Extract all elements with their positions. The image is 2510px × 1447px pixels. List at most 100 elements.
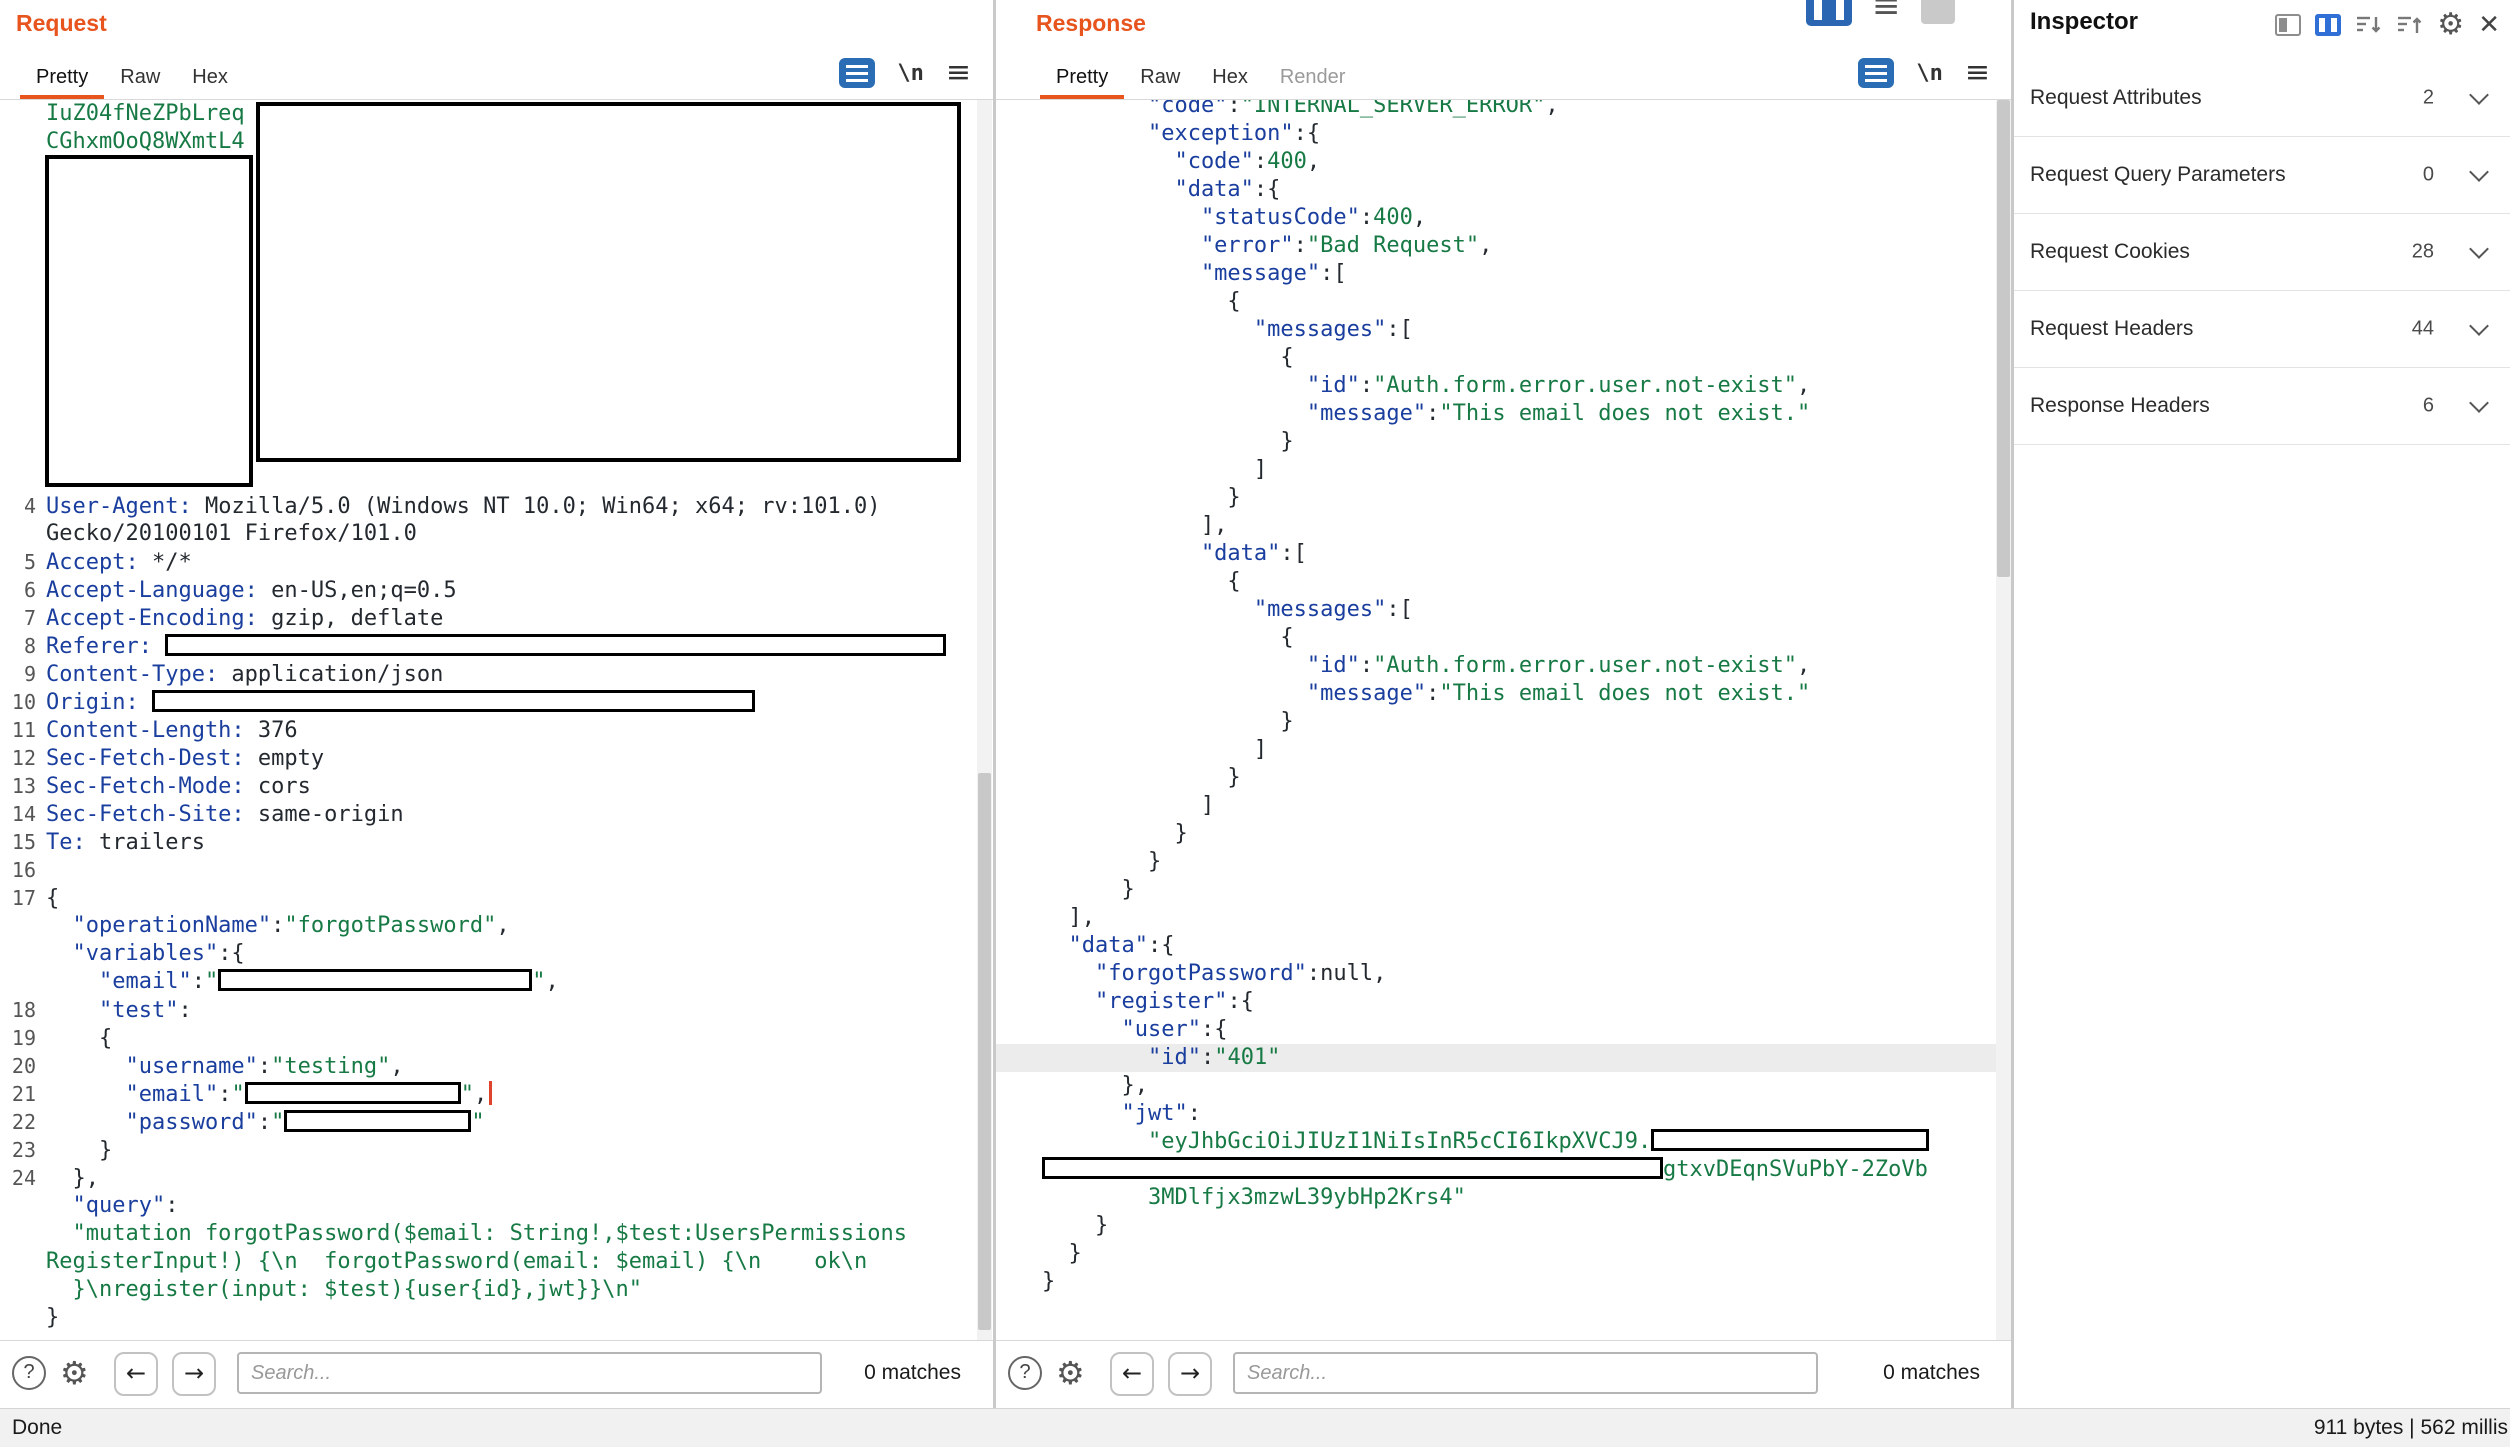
line-number: 13	[0, 772, 36, 800]
code-line: 21 "email":"",	[0, 1080, 993, 1108]
tab-render[interactable]: Render	[1264, 62, 1362, 99]
scrollbar-thumb[interactable]	[1997, 100, 2010, 577]
code-line: "exception":{	[996, 120, 2012, 148]
next-match-button[interactable]: →	[172, 1352, 216, 1396]
code-line: {	[996, 344, 2012, 372]
line-number: 17	[0, 884, 36, 912]
search-settings-gear-icon[interactable]: ⚙	[60, 1354, 89, 1392]
redaction-box	[1042, 1157, 1663, 1179]
code-line: ]	[996, 792, 2012, 820]
code-line: "user":{	[996, 1016, 2012, 1044]
code-line: "forgotPassword":null,	[996, 960, 2012, 988]
editor-menu-icon[interactable]: ≡	[946, 58, 971, 88]
search-settings-gear-icon[interactable]: ⚙	[1056, 1354, 1085, 1392]
code-line: {	[996, 624, 2012, 652]
response-view-icons: \n ≡	[1858, 58, 1990, 88]
word-wrap-icon[interactable]	[839, 58, 875, 88]
code-line: 19 {	[0, 1024, 993, 1052]
code-line: "messages":[	[996, 316, 2012, 344]
expand-all-icon[interactable]	[2396, 13, 2423, 37]
single-column-layout-icon[interactable]	[2275, 14, 2301, 36]
scrollbar-thumb[interactable]	[978, 773, 991, 1330]
section-count: 44	[2412, 318, 2434, 341]
section-count: 6	[2423, 395, 2434, 418]
tab-raw[interactable]: Raw	[1124, 62, 1196, 99]
word-wrap-icon[interactable]	[1858, 58, 1894, 88]
code-line: 10Origin:	[0, 688, 993, 716]
tab-hex[interactable]: Hex	[1196, 62, 1264, 99]
code-line: 23 }	[0, 1136, 993, 1164]
line-number: 10	[0, 688, 36, 716]
code-line: 15Te: trailers	[0, 828, 993, 856]
tab-pretty[interactable]: Pretty	[1040, 62, 1124, 99]
code-line: "variables":{	[0, 940, 993, 968]
code-line: "mutation forgotPassword($email: String!…	[0, 1220, 993, 1248]
line-number: 19	[0, 1024, 36, 1052]
inspector-section-request-query-parameters[interactable]: Request Query Parameters0	[2014, 137, 2510, 214]
collapse-all-icon[interactable]	[2355, 13, 2382, 37]
line-number: 18	[0, 996, 36, 1024]
code-line: 8Referer:	[0, 632, 993, 660]
chevron-down-icon	[2469, 316, 2489, 336]
redaction-box	[45, 155, 253, 487]
inspector-sections: Request Attributes2Request Query Paramet…	[2014, 60, 2510, 445]
request-search-input[interactable]	[237, 1352, 822, 1394]
code-line: 11Content-Length: 376	[0, 716, 993, 744]
help-icon[interactable]: ?	[1008, 1356, 1042, 1390]
show-newlines-icon[interactable]: \n	[1916, 61, 1943, 86]
code-line: }	[996, 428, 2012, 456]
code-line: 24 },	[0, 1164, 993, 1192]
code-line: "register":{	[996, 988, 2012, 1016]
inspector-section-response-headers[interactable]: Response Headers6	[2014, 368, 2510, 445]
response-search-input[interactable]	[1233, 1352, 1818, 1394]
code-line: "id":"Auth.form.error.user.not-exist",	[996, 372, 2012, 400]
response-panel: Response PrettyRawHexRender \n ≡ "code":…	[996, 0, 2012, 1408]
close-inspector-icon[interactable]: ✕	[2478, 12, 2500, 38]
side-by-side-layout-icon[interactable]	[1806, 0, 1852, 26]
show-newlines-icon[interactable]: \n	[897, 61, 924, 86]
code-line: }	[996, 1240, 2012, 1268]
code-line: 3MDlfjx3mzwL39ybHp2Krs4"	[996, 1184, 2012, 1212]
stacked-layout-icon[interactable]: ≡	[1872, 0, 1901, 26]
code-line: ],	[996, 904, 2012, 932]
inspector-settings-gear-icon[interactable]: ⚙	[2437, 10, 2464, 40]
redaction-box	[218, 969, 532, 991]
response-scrollbar[interactable]	[1996, 100, 2011, 1341]
code-line: "jwt":	[996, 1100, 2012, 1128]
chevron-down-icon	[2469, 162, 2489, 182]
code-line: 4User-Agent: Mozilla/5.0 (Windows NT 10.…	[0, 492, 993, 520]
code-line: },	[996, 1072, 2012, 1100]
code-line: "eyJhbGciOiJIUzI1NiIsInR5cCI6IkpXVCJ9.	[996, 1128, 2012, 1156]
tab-pretty[interactable]: Pretty	[20, 62, 104, 99]
code-line: "messages":[	[996, 596, 2012, 624]
status-bar: Done 911 bytes | 562 millis	[0, 1408, 2510, 1447]
line-number: 4	[0, 492, 36, 520]
section-count: 28	[2412, 241, 2434, 264]
section-label: Request Query Parameters	[2030, 163, 2286, 187]
redaction-box	[165, 634, 946, 656]
tab-hex[interactable]: Hex	[176, 62, 244, 99]
tab-raw[interactable]: Raw	[104, 62, 176, 99]
inspector-section-request-headers[interactable]: Request Headers44	[2014, 291, 2510, 368]
layout-controls: ≡	[1806, 0, 1955, 26]
previous-match-button[interactable]: ←	[114, 1352, 158, 1396]
response-editor[interactable]: "code":"INTERNAL_SERVER_ERROR", "excepti…	[996, 99, 2012, 1341]
two-column-layout-icon[interactable]	[2315, 14, 2341, 36]
editor-menu-icon[interactable]: ≡	[1965, 58, 1990, 88]
next-match-button[interactable]: →	[1168, 1352, 1212, 1396]
tabs-layout-icon[interactable]	[1921, 0, 1955, 24]
request-editor[interactable]: IuZ04fNeZPbLreqCGhxmOoQ8WXmtL44User-Agen…	[0, 99, 993, 1341]
http-message-viewer: Request PrettyRawHex \n ≡ IuZ04fNeZPbLre…	[0, 0, 2510, 1446]
line-number: 12	[0, 744, 36, 772]
help-icon[interactable]: ?	[12, 1356, 46, 1390]
code-line: 12Sec-Fetch-Dest: empty	[0, 744, 993, 772]
code-line: Gecko/20100101 Firefox/101.0	[0, 520, 993, 548]
previous-match-button[interactable]: ←	[1110, 1352, 1154, 1396]
code-line: "data":{	[996, 176, 2012, 204]
request-panel: Request PrettyRawHex \n ≡ IuZ04fNeZPbLre…	[0, 0, 993, 1408]
inspector-section-request-attributes[interactable]: Request Attributes2	[2014, 60, 2510, 137]
redaction-box	[245, 1082, 461, 1104]
code-line: }	[996, 1212, 2012, 1240]
inspector-section-request-cookies[interactable]: Request Cookies28	[2014, 214, 2510, 291]
request-scrollbar[interactable]	[977, 100, 992, 1341]
